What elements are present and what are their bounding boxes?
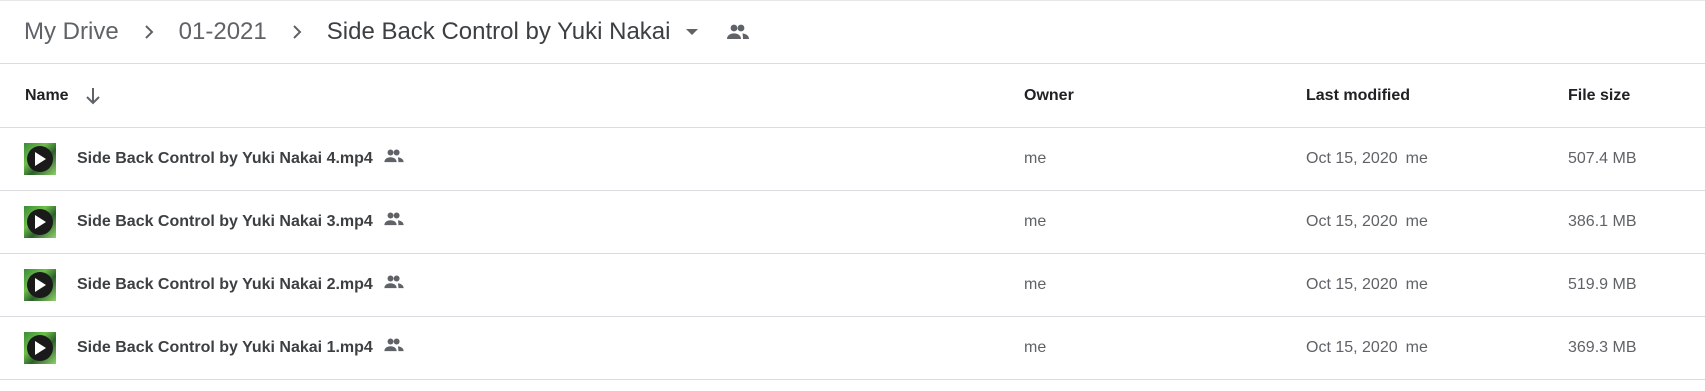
play-icon — [27, 146, 53, 172]
file-name-label: Side Back Control by Yuki Nakai 1.mp4 — [77, 339, 373, 356]
file-name[interactable]: Side Back Control by Yuki Nakai 3.mp4 — [77, 191, 405, 253]
file-last-modified: Oct 15, 2020 me — [1306, 254, 1428, 316]
file-name-label: Side Back Control by Yuki Nakai 4.mp4 — [77, 150, 373, 167]
play-icon — [27, 272, 53, 298]
file-name-label: Side Back Control by Yuki Nakai 3.mp4 — [77, 213, 373, 230]
play-icon — [27, 335, 53, 361]
file-last-modified: Oct 15, 2020 me — [1306, 317, 1428, 379]
file-size: 369.3 MB — [1568, 339, 1637, 356]
breadcrumb-current-folder[interactable]: Side Back Control by Yuki Nakai — [327, 16, 671, 48]
file-size: 507.4 MB — [1568, 150, 1637, 167]
video-thumbnail — [24, 317, 56, 379]
modified-date: Oct 15, 2020 — [1306, 276, 1398, 293]
play-icon — [27, 209, 53, 235]
shared-people-icon — [383, 145, 405, 167]
shared-people-icon — [383, 271, 405, 293]
column-header-name-label: Name — [25, 86, 69, 104]
column-header-name[interactable]: Name — [25, 64, 103, 127]
drive-file-list-page: My Drive 01-2021 Side Back Control by Yu… — [0, 0, 1705, 391]
table-row[interactable]: Side Back Control by Yuki Nakai 1.mp4 me… — [0, 317, 1705, 380]
modified-by: me — [1405, 276, 1428, 293]
file-owner: me — [1024, 276, 1047, 293]
video-thumbnail — [24, 191, 56, 253]
shared-people-icon — [383, 208, 405, 230]
arrow-drop-down-icon[interactable] — [678, 16, 706, 48]
video-thumbnail — [24, 128, 56, 190]
file-size: 386.1 MB — [1568, 213, 1637, 230]
file-name[interactable]: Side Back Control by Yuki Nakai 2.mp4 — [77, 254, 405, 316]
breadcrumb-folder-01-2021[interactable]: 01-2021 — [179, 16, 267, 48]
modified-by: me — [1405, 213, 1428, 230]
table-row[interactable]: Side Back Control by Yuki Nakai 2.mp4 me… — [0, 254, 1705, 317]
breadcrumb: My Drive 01-2021 Side Back Control by Yu… — [0, 0, 1705, 64]
file-name-label: Side Back Control by Yuki Nakai 2.mp4 — [77, 276, 373, 293]
modified-date: Oct 15, 2020 — [1306, 213, 1398, 230]
modified-by: me — [1405, 339, 1428, 356]
file-list-table: Name Owner Last modified File size Side … — [0, 64, 1705, 380]
file-last-modified: Oct 15, 2020 me — [1306, 128, 1428, 190]
column-header-file-size[interactable]: File size — [1568, 64, 1630, 127]
modified-date: Oct 15, 2020 — [1306, 339, 1398, 356]
people-icon[interactable] — [722, 16, 754, 48]
file-name[interactable]: Side Back Control by Yuki Nakai 1.mp4 — [77, 317, 405, 379]
column-header-owner[interactable]: Owner — [1024, 64, 1074, 127]
file-owner: me — [1024, 150, 1047, 167]
file-owner: me — [1024, 339, 1047, 356]
video-thumbnail — [24, 254, 56, 316]
breadcrumb-my-drive[interactable]: My Drive — [24, 16, 119, 48]
modified-by: me — [1405, 150, 1428, 167]
chevron-right-icon — [279, 16, 315, 48]
file-size: 519.9 MB — [1568, 276, 1637, 293]
file-name[interactable]: Side Back Control by Yuki Nakai 4.mp4 — [77, 128, 405, 190]
table-row[interactable]: Side Back Control by Yuki Nakai 4.mp4 me… — [0, 128, 1705, 191]
table-row[interactable]: Side Back Control by Yuki Nakai 3.mp4 me… — [0, 191, 1705, 254]
shared-people-icon — [383, 334, 405, 356]
arrow-down-icon[interactable] — [83, 86, 103, 106]
file-last-modified: Oct 15, 2020 me — [1306, 191, 1428, 253]
modified-date: Oct 15, 2020 — [1306, 150, 1398, 167]
column-header-last-modified[interactable]: Last modified — [1306, 64, 1410, 127]
file-owner: me — [1024, 213, 1047, 230]
chevron-right-icon — [131, 16, 167, 48]
table-header-row: Name Owner Last modified File size — [0, 64, 1705, 128]
